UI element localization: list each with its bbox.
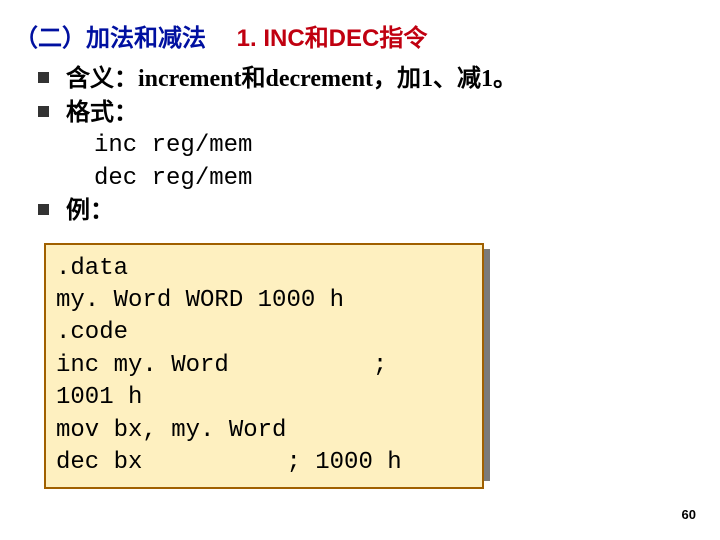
example-label: 例： xyxy=(66,198,114,224)
bullet-icon xyxy=(38,106,49,117)
page-number: 60 xyxy=(682,507,696,522)
bullet-icon xyxy=(38,72,49,83)
bullet-format: 格式： xyxy=(38,97,710,131)
bullet-list: 含义：increment和decrement，加1、减1。 格式： inc re… xyxy=(38,63,710,229)
meaning-period: 。 xyxy=(493,66,517,92)
meaning-mid2: 、减 xyxy=(433,66,481,92)
meaning-suffix: ，加 xyxy=(373,66,421,92)
bullet-icon xyxy=(38,204,49,215)
meaning-mid: 和 xyxy=(242,66,266,92)
meaning-word1: increment xyxy=(138,66,242,92)
format-label: 格式： xyxy=(66,100,138,126)
code-box: .data my. Word WORD 1000 h .code inc my.… xyxy=(44,243,484,490)
heading-label: 1. INC和DEC指令 xyxy=(237,25,428,52)
format-code: inc reg/mem dec reg/mem xyxy=(94,130,710,195)
meaning-one2: 1 xyxy=(481,66,493,92)
slide: （二）加法和减法 1. INC和DEC指令 含义：increment和decre… xyxy=(0,0,720,540)
title-line: （二）加法和减法 1. INC和DEC指令 xyxy=(14,18,710,53)
code-box-wrap: .data my. Word WORD 1000 h .code inc my.… xyxy=(44,243,484,490)
section-label: （二）加法和减法 xyxy=(14,25,206,52)
bullet-example: 例： xyxy=(38,195,710,229)
meaning-one1: 1 xyxy=(421,66,433,92)
bullet-meaning: 含义：increment和decrement，加1、减1。 xyxy=(38,63,710,97)
meaning-word2: decrement xyxy=(266,66,374,92)
meaning-prefix: 含义： xyxy=(66,66,138,92)
